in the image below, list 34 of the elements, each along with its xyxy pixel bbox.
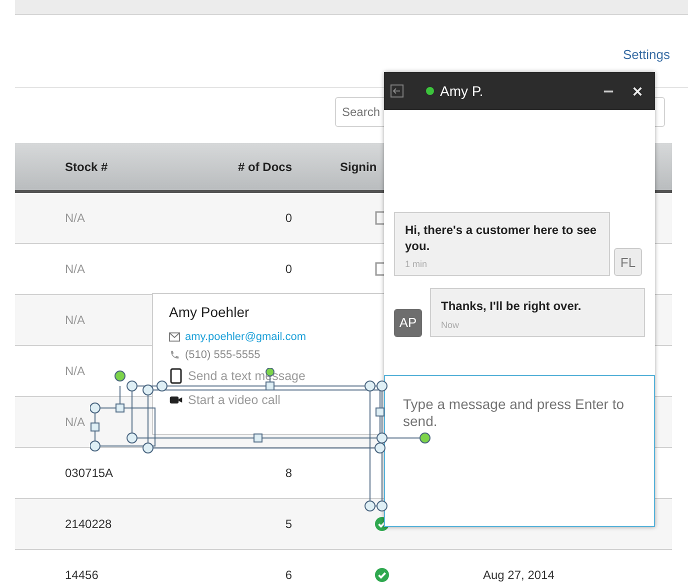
table-cell: 0 <box>285 262 292 276</box>
table-cell: 14456 <box>65 568 98 582</box>
table-cell: N/A <box>65 211 86 225</box>
phone-icon <box>169 350 180 360</box>
close-icon[interactable] <box>632 86 643 96</box>
table-cell: N/A <box>65 313 86 327</box>
message-text: Hi, there's a customer here to see you. <box>405 222 598 254</box>
table-cell: N/A <box>65 364 86 378</box>
settings-link[interactable]: Settings <box>623 47 670 63</box>
table-cell: Aug 27, 2014 <box>483 568 554 582</box>
table-cell: 8 <box>285 466 292 480</box>
chat-title: Amy P. <box>440 83 484 99</box>
message-text: Thanks, I'll be right over. <box>441 298 582 315</box>
table-cell: 2140228 <box>65 517 112 531</box>
table-cell: N/A <box>65 262 86 276</box>
table-cell: N/A <box>65 415 86 429</box>
avatar: AP <box>394 308 422 337</box>
contact-name: Amy Poehler <box>169 304 250 320</box>
column-header[interactable]: # of Docs <box>238 160 292 174</box>
avatar: FL <box>614 248 642 276</box>
pop-out-icon[interactable] <box>390 84 404 98</box>
table-cell: 6 <box>285 568 292 582</box>
table-cell: 0 <box>285 211 292 225</box>
column-header[interactable]: Signin <box>340 160 377 174</box>
phone-number: (510) 555-5555 <box>185 349 260 361</box>
mail-icon <box>169 332 180 342</box>
message-time: Now <box>441 320 460 330</box>
mobile-phone-icon <box>169 368 183 384</box>
email-link[interactable]: amy.poehler@gmail.com <box>185 331 306 343</box>
table-cell: 030715A <box>65 466 114 480</box>
table-cell: 5 <box>285 517 292 531</box>
message-input[interactable]: Type a message and press Enter to send. <box>384 375 655 527</box>
column-header[interactable]: Stock # <box>65 160 108 174</box>
message-time: 1 min <box>405 259 428 270</box>
